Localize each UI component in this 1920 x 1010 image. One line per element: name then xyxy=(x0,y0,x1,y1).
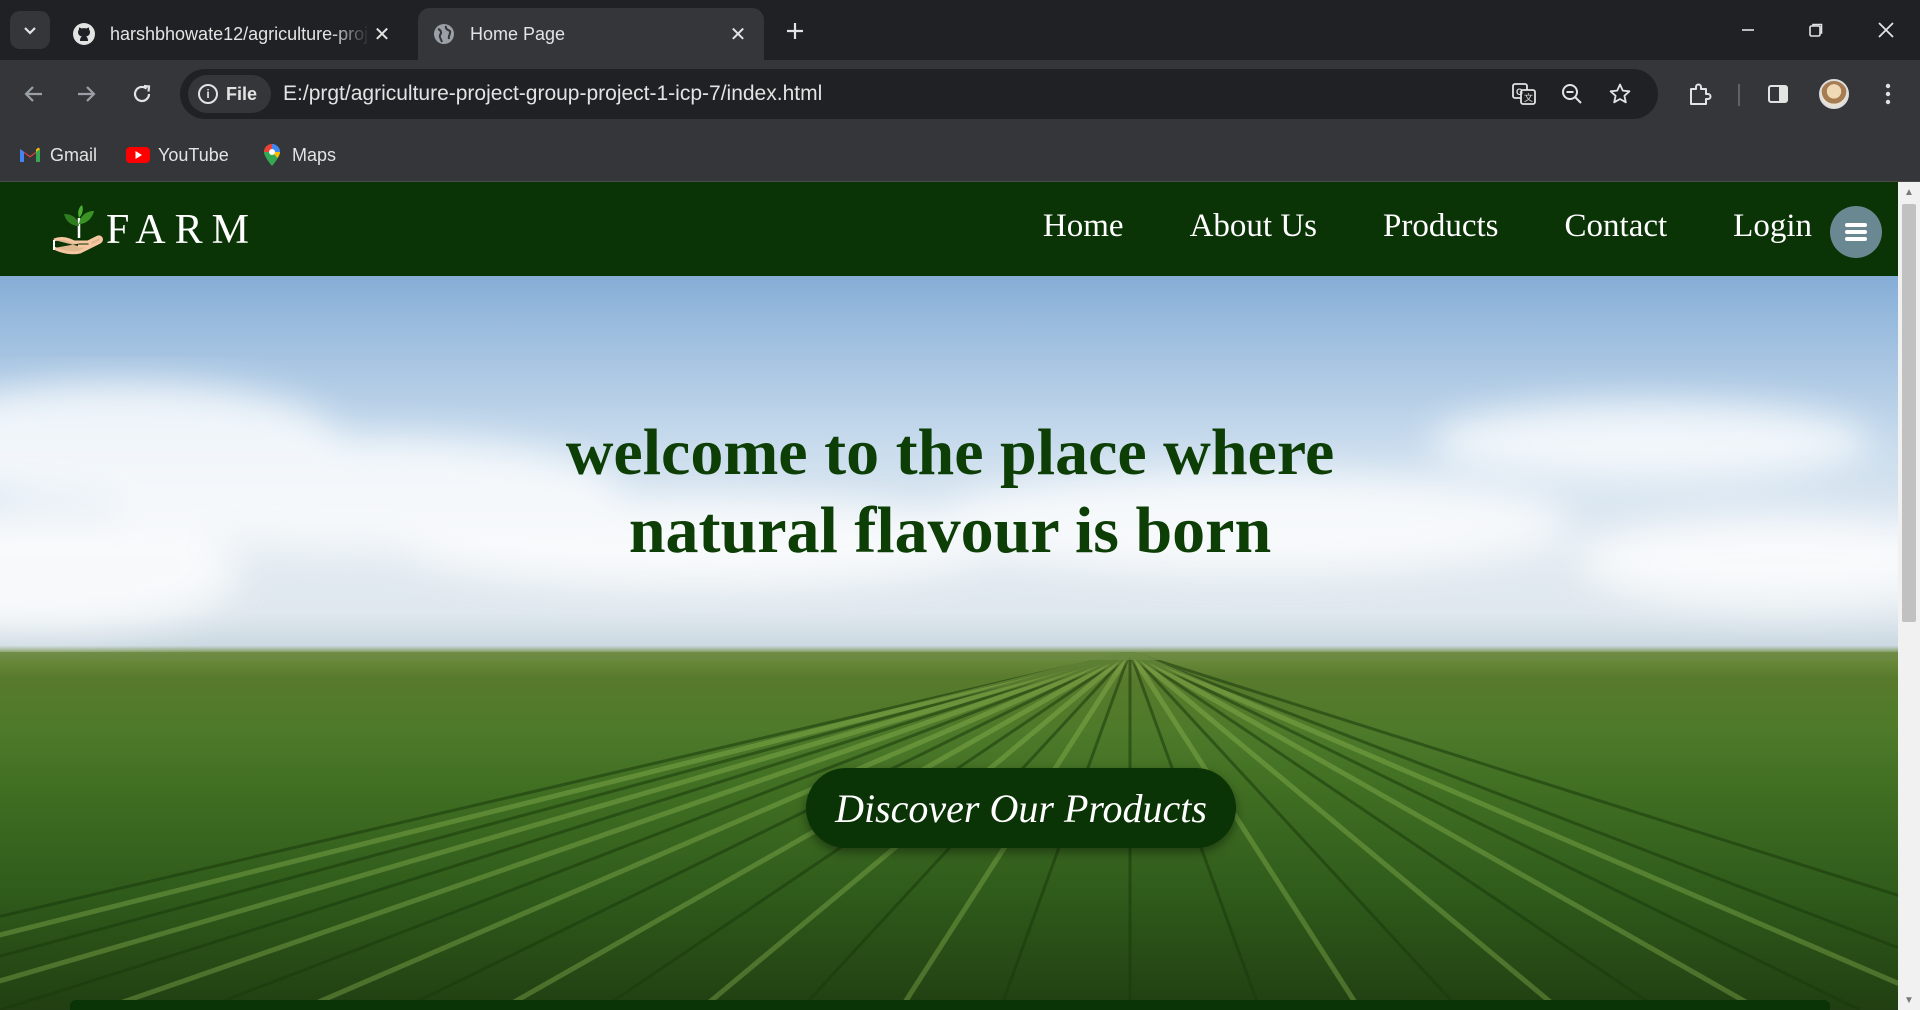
zoom-out-icon[interactable] xyxy=(1556,78,1588,110)
site-logo[interactable]: FARM xyxy=(52,204,258,256)
minimize-icon xyxy=(1742,29,1754,31)
tab-github[interactable]: harshbhowate12/agriculture-project-group… xyxy=(58,8,408,60)
browser-tab-strip: harshbhowate12/agriculture-project-group… xyxy=(0,0,1920,60)
maps-icon xyxy=(260,143,284,167)
bookmark-maps[interactable]: Maps xyxy=(260,140,336,170)
site-info-label: File xyxy=(226,83,258,104)
new-tab-button[interactable] xyxy=(778,14,812,48)
bookmark-label: Maps xyxy=(292,144,337,165)
more-menu-icon[interactable] xyxy=(1870,76,1906,112)
nav-link-contact[interactable]: Contact xyxy=(1565,208,1668,245)
discover-products-button[interactable]: Discover Our Products xyxy=(806,768,1236,848)
nav-link-products[interactable]: Products xyxy=(1383,208,1499,245)
next-section-edge xyxy=(70,1000,1830,1010)
close-window-button[interactable] xyxy=(1866,10,1906,50)
nav-link-about-us[interactable]: About Us xyxy=(1190,208,1317,245)
hamburger-icon xyxy=(1845,220,1867,244)
bookmark-label: YouTube xyxy=(158,144,229,165)
tab-title: Home Page xyxy=(470,23,566,44)
site-nav-links: Home About Us Products Contact Login xyxy=(977,208,1812,245)
reload-button[interactable] xyxy=(122,74,162,114)
page-viewport: FARM Home About Us Products Contact Logi… xyxy=(0,182,1898,1010)
bookmark-youtube[interactable]: YouTube xyxy=(126,140,229,170)
profile-avatar[interactable] xyxy=(1816,76,1852,112)
toolbar-separator xyxy=(1738,84,1740,106)
hero-headline-line-1: welcome to the place where xyxy=(565,416,1335,489)
hero-headline-line-2: natural flavour is born xyxy=(628,494,1272,567)
gmail-icon xyxy=(18,143,42,167)
minimize-button[interactable] xyxy=(1728,10,1768,50)
close-icon[interactable]: ✕ xyxy=(370,22,394,46)
bookmark-label: Gmail xyxy=(50,144,98,165)
tab-search-button[interactable] xyxy=(10,11,50,49)
restore-icon xyxy=(1809,23,1823,37)
youtube-icon xyxy=(126,143,150,167)
tab-title: harshbhowate12/agriculture-project-group… xyxy=(110,23,370,44)
plant-in-hand-logo-icon xyxy=(53,205,103,255)
arrow-left-icon xyxy=(24,86,42,102)
globe-icon xyxy=(432,22,456,46)
svg-text:G: G xyxy=(1516,87,1523,97)
back-button[interactable] xyxy=(14,74,54,114)
bookmarks-bar: Gmail YouTube Maps xyxy=(0,128,1920,182)
hero-headline: welcome to the place where natural flavo… xyxy=(440,414,1460,570)
arrow-right-icon xyxy=(78,86,96,102)
hamburger-menu-button[interactable] xyxy=(1830,206,1882,258)
logo-text: FARM xyxy=(106,207,258,253)
restore-button[interactable] xyxy=(1796,10,1836,50)
page-scrollbar[interactable]: ▲ ▼ xyxy=(1898,182,1920,1010)
close-icon xyxy=(1878,22,1894,38)
site-navbar: FARM Home About Us Products Contact Logi… xyxy=(0,182,1898,276)
scroll-up-arrow-icon[interactable]: ▲ xyxy=(1898,182,1920,202)
forward-button[interactable] xyxy=(66,74,106,114)
scroll-down-arrow-icon[interactable]: ▼ xyxy=(1898,990,1920,1010)
plus-icon xyxy=(787,23,803,39)
scrollbar-thumb[interactable] xyxy=(1902,204,1916,622)
browser-toolbar: i File E:/prgt/agriculture-project-group… xyxy=(0,60,1920,128)
tab-home-page[interactable]: Home Page ✕ xyxy=(418,8,764,60)
svg-text:文: 文 xyxy=(1524,92,1533,103)
close-icon[interactable]: ✕ xyxy=(726,22,750,46)
address-bar[interactable]: i File E:/prgt/agriculture-project-group… xyxy=(180,69,1658,119)
site-info-chip[interactable]: i File xyxy=(188,75,272,113)
chevron-down-icon xyxy=(24,27,36,35)
bookmark-star-icon[interactable] xyxy=(1604,78,1636,110)
translate-icon[interactable]: G文 xyxy=(1508,78,1540,110)
info-icon: i xyxy=(198,84,218,104)
reload-icon xyxy=(133,84,151,103)
github-icon xyxy=(72,22,96,46)
nav-link-home[interactable]: Home xyxy=(1043,208,1124,245)
url-text[interactable]: E:/prgt/agriculture-project-group-projec… xyxy=(283,82,822,106)
extensions-puzzle-icon[interactable] xyxy=(1682,76,1718,112)
bookmark-gmail[interactable]: Gmail xyxy=(18,140,97,170)
side-panel-icon[interactable] xyxy=(1760,76,1796,112)
nav-link-login[interactable]: Login xyxy=(1733,208,1812,245)
